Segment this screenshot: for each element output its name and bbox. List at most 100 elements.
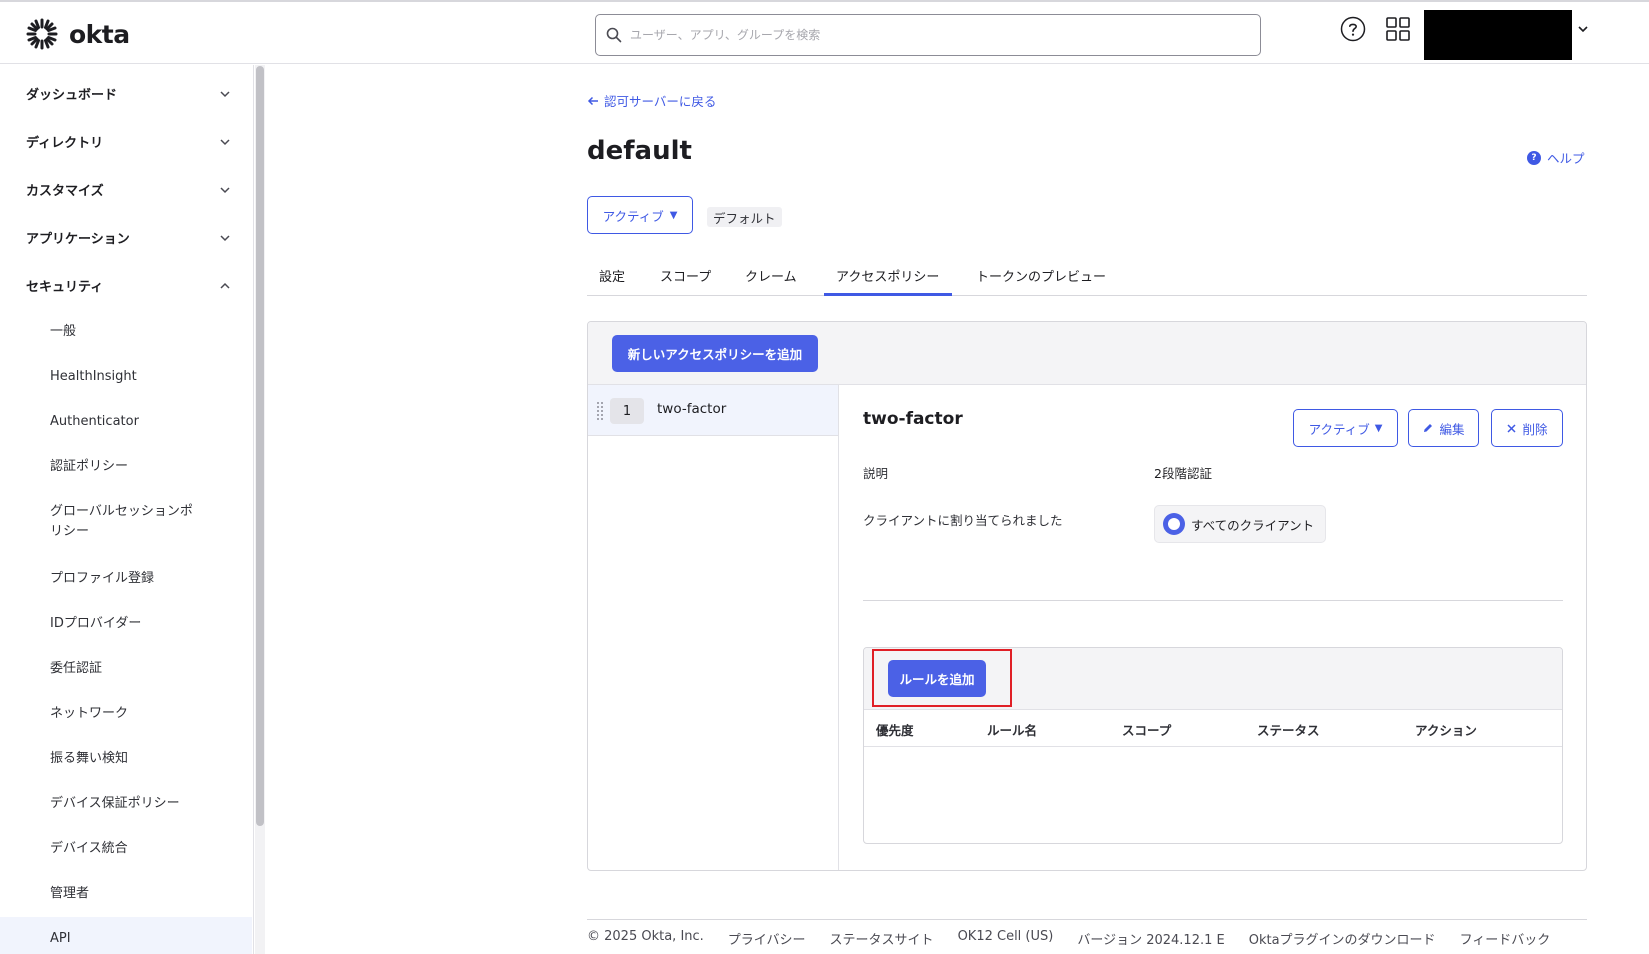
sidebar-item-api[interactable]: API [50,929,210,949]
policy-name: two-factor [657,401,727,417]
delete-policy-button[interactable]: 削除 [1491,409,1563,447]
sidebar-item-profile-enrollment[interactable]: プロファイル登録 [50,569,210,589]
sidebar-item-general[interactable]: 一般 [50,322,210,342]
policy-priority: 1 [610,398,644,424]
chevron-down-icon [220,234,230,241]
sidebar-item-healthinsight[interactable]: HealthInsight [50,367,210,387]
question-icon: ? [1527,150,1541,165]
server-status-dropdown[interactable]: アクティブ ▼ [587,196,693,234]
default-badge: デフォルト [707,207,782,227]
sidebar-section-label: セキュリティ [26,280,104,295]
chevron-down-icon [220,138,230,145]
help-label: ヘルプ [1547,151,1585,166]
close-icon [1507,423,1517,433]
user-account-redacted[interactable] [1424,10,1572,60]
search-box[interactable] [595,14,1261,56]
caret-down-icon: ▼ [669,209,678,221]
sidebar-item-device-integrations[interactable]: デバイス統合 [50,839,210,859]
footer-cell-info: OK12 Cell (US) [957,929,1054,944]
footer-copyright: © 2025 Okta, Inc. [587,929,704,944]
chevron-down-icon [220,90,230,97]
sidebar-item-identity-providers[interactable]: IDプロバイダー [50,614,210,634]
column-priority[interactable]: 優先度 [876,720,914,739]
footer-divider [587,919,1587,920]
tab-scopes[interactable]: スコープ [660,266,711,285]
all-clients-label: すべてのクライアント [1191,517,1315,533]
top-bar: okta [0,0,1649,64]
page-title: default [587,136,692,166]
search-input[interactable] [630,28,1230,42]
column-scope[interactable]: スコープ [1122,720,1171,739]
sidebar-item-security[interactable]: セキュリティ [26,276,231,295]
access-policy-panel: 新しいアクセスポリシーを追加 1 two-factor two-factor ア… [587,321,1587,871]
sidebar-item-dashboard[interactable]: ダッシュボード [26,84,231,103]
sidebar-item-customize[interactable]: カスタマイズ [26,180,231,199]
logo-text: okta [69,19,130,49]
policy-status-dropdown[interactable]: アクティブ ▼ [1293,409,1398,447]
sidebar-section-label: カスタマイズ [26,184,104,199]
footer-privacy-link[interactable]: プライバシー [728,929,806,948]
rules-table-header: 優先度 ルール名 スコープ ステータス アクション [864,710,1562,747]
sidebar-item-networks[interactable]: ネットワーク [50,704,210,724]
column-status[interactable]: ステータス [1257,720,1320,739]
delete-label: 削除 [1522,421,1548,437]
sidebar-item-global-session-policy[interactable]: グローバルセッションポリシー [50,502,195,542]
sidebar-item-applications[interactable]: アプリケーション [26,228,231,247]
status-label: アクティブ [602,208,664,224]
sidebar-item-behavior-detection[interactable]: 振る舞い検知 [50,749,210,769]
policy-list-item[interactable]: 1 two-factor [588,385,838,436]
help-link[interactable]: ? ヘルプ [1527,148,1585,167]
arrow-left-icon [587,96,598,105]
description-value: 2段階認証 [1154,466,1212,481]
tab-token-preview[interactable]: トークンのプレビュー [976,266,1106,285]
tab-access-policies[interactable]: アクセスポリシー [836,266,939,285]
okta-logo[interactable]: okta [25,17,130,51]
description-label: 説明 [863,466,889,481]
tab-settings[interactable]: 設定 [599,266,625,285]
sidebar-section-label: ダッシュボード [26,88,118,103]
footer: © 2025 Okta, Inc. プライバシー ステータスサイト OK12 C… [587,929,1550,948]
add-access-policy-button[interactable]: 新しいアクセスポリシーを追加 [612,335,818,372]
policy-list: 1 two-factor [588,385,839,870]
footer-status-site-link[interactable]: ステータスサイト [830,929,934,948]
help-circle-icon[interactable] [1340,16,1366,42]
edit-policy-button[interactable]: 編集 [1408,409,1479,447]
sidebar-item-auth-policies[interactable]: 認証ポリシー [50,457,210,477]
pencil-icon [1424,424,1433,432]
tab-claims[interactable]: クレーム [745,266,797,285]
caret-down-icon: ▼ [1374,422,1383,434]
column-actions[interactable]: アクション [1415,720,1477,739]
sidebar-item-device-assurance[interactable]: デバイス保証ポリシー [50,794,210,814]
policy-status-label: アクティブ [1308,421,1370,437]
chevron-up-icon [220,282,230,289]
sidebar-section-label: ディレクトリ [26,136,104,151]
search-icon [606,27,622,43]
edit-label: 編集 [1439,421,1465,437]
chevron-down-icon [220,186,230,193]
footer-feedback-link[interactable]: フィードバック [1460,929,1551,948]
sidebar-item-authenticator[interactable]: Authenticator [50,412,210,432]
sidebar-item-administrators[interactable]: 管理者 [50,884,210,904]
section-divider [863,600,1563,601]
okta-sunburst-icon [26,18,58,50]
chevron-down-icon[interactable] [1576,22,1590,36]
sidebar-section-label: アプリケーション [26,232,130,247]
drag-handle-icon[interactable] [596,401,604,421]
policy-detail-title: two-factor [863,409,963,429]
column-rule-name[interactable]: ルール名 [987,720,1037,739]
sidebar-scrollbar-thumb[interactable] [256,66,264,826]
apps-grid-icon[interactable] [1385,16,1411,42]
active-tab-indicator [824,293,952,296]
back-link-label: 認可サーバーに戻る [604,94,717,109]
panel-header: 新しいアクセスポリシーを追加 [588,322,1586,385]
tab-bar: 設定 スコープ クレーム アクセスポリシー トークンのプレビュー [587,256,1587,296]
all-clients-option[interactable]: すべてのクライアント [1154,505,1326,543]
radio-selected-icon [1163,513,1185,535]
sidebar-item-delegated-auth[interactable]: 委任認証 [50,659,210,679]
back-to-auth-servers-link[interactable]: 認可サーバーに戻る [587,91,716,110]
footer-version: バージョン 2024.12.1 E [1077,933,1225,948]
sidebar-item-directory[interactable]: ディレクトリ [26,132,231,151]
footer-plugin-download-link[interactable]: Oktaプラグインのダウンロード [1249,929,1436,948]
annotation-highlight-box [872,649,1012,707]
assigned-clients-label: クライアントに割り当てられました [863,513,1063,528]
